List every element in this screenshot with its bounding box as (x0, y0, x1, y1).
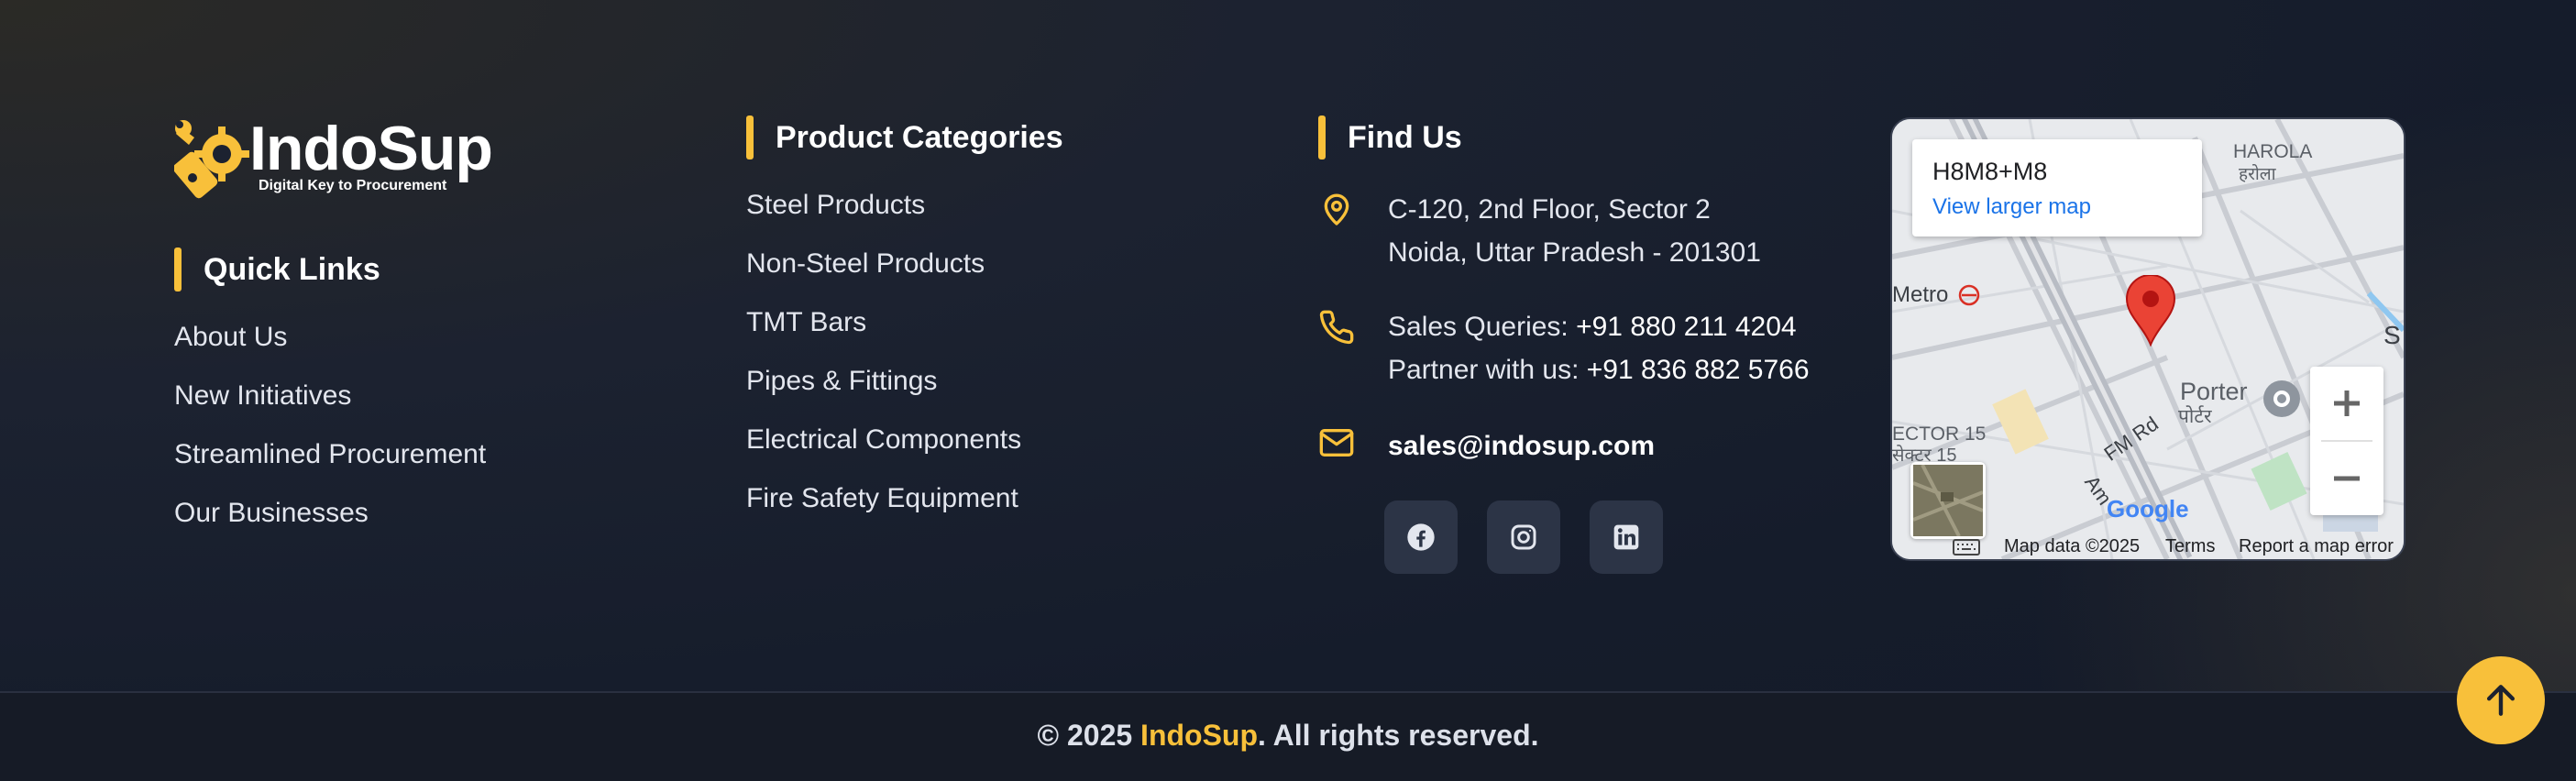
heading-accent-bar (1318, 116, 1326, 160)
google-logo: Google (2107, 495, 2189, 522)
product-categories-heading-text: Product Categories (776, 119, 1063, 155)
copyright-suffix: . All rights reserved. (1258, 719, 1539, 752)
keyboard-shortcuts-icon[interactable] (1953, 539, 1980, 556)
quick-link-our-businesses[interactable]: Our Businesses (174, 498, 369, 529)
map-label-metro: Metro (1892, 282, 1949, 307)
partner-label: Partner with us: (1388, 355, 1587, 385)
satellite-thumbnail-icon (1912, 464, 1984, 537)
heading-accent-bar (174, 248, 182, 292)
linkedin-button[interactable] (1590, 500, 1663, 574)
map-terms-link[interactable]: Terms (2165, 536, 2215, 557)
map-zoom-controls (2310, 367, 2383, 515)
embedded-map[interactable]: HAROLA हरोला Metro Porter पोर्टर FM Rd E… (1890, 117, 2405, 561)
category-tmt-bars[interactable]: TMT Bars (746, 307, 866, 338)
plus-icon (2334, 390, 2360, 416)
map-label-s-edge: S (2383, 321, 2401, 349)
sales-phone-link[interactable]: +91 880 211 4204 (1576, 312, 1797, 342)
report-map-error-link[interactable]: Report a map error (2239, 536, 2394, 557)
logo-wordmark: IndoSup (249, 114, 493, 183)
quick-links-heading-text: Quick Links (204, 251, 380, 287)
map-plus-code: H8M8+M8 (1932, 158, 2048, 185)
facebook-icon (1407, 523, 1435, 551)
logo-tagline: Digital Key to Procurement (259, 178, 447, 193)
copyright-prefix: © 2025 (1037, 719, 1141, 752)
address-line-1: C-120, 2nd Floor, Sector 2 (1388, 194, 1711, 225)
quick-links-heading: Quick Links (174, 248, 380, 292)
location-marker-icon[interactable] (2125, 275, 2176, 346)
map-info-card: H8M8+M8 View larger map (1912, 139, 2202, 236)
scroll-to-top-button[interactable] (2457, 656, 2545, 744)
map-footer: Map data ©2025 Terms Report a map error (1892, 534, 2404, 559)
arrow-up-icon (2486, 685, 2515, 716)
linkedin-icon (1613, 524, 1639, 550)
copyright-brand: IndoSup (1140, 719, 1259, 752)
category-fire-safety-equipment[interactable]: Fire Safety Equipment (746, 483, 1018, 514)
minus-icon (2334, 476, 2360, 481)
map-label-porter-hindi: पोर्टर (2178, 406, 2212, 427)
email-row: sales@indosup.com (1318, 424, 1655, 468)
map-pin-icon (1324, 193, 1349, 226)
instagram-icon (1511, 524, 1536, 550)
phone-icon (1319, 310, 1354, 345)
satellite-layer-toggle[interactable] (1910, 462, 1986, 539)
category-steel-products[interactable]: Steel Products (746, 190, 925, 221)
email-link[interactable]: sales@indosup.com (1388, 431, 1655, 461)
sales-queries-label: Sales Queries: (1388, 312, 1577, 342)
category-pipes-fittings[interactable]: Pipes & Fittings (746, 366, 937, 397)
metro-station-icon (1958, 284, 1980, 306)
porter-place-icon[interactable] (2261, 378, 2303, 420)
map-label-harola: HAROLA (2233, 141, 2313, 162)
address-line-2: Noida, Uttar Pradesh - 201301 (1388, 237, 1761, 268)
zoom-out-button[interactable] (2310, 442, 2383, 515)
product-categories-heading: Product Categories (746, 116, 1063, 160)
heading-accent-bar (746, 116, 754, 160)
category-non-steel-products[interactable]: Non-Steel Products (746, 248, 985, 280)
zoom-in-button[interactable] (2310, 367, 2383, 440)
address-row: C-120, 2nd Floor, Sector 2 Noida, Uttar … (1318, 188, 1761, 274)
indosup-logo[interactable]: IndoSup Digital Key to Procurement (174, 114, 504, 205)
quick-link-streamlined-procurement[interactable]: Streamlined Procurement (174, 439, 486, 470)
view-larger-map-link[interactable]: View larger map (1932, 194, 2091, 220)
quick-link-about-us[interactable]: About Us (174, 322, 287, 353)
mail-icon (1319, 429, 1354, 456)
find-us-heading-text: Find Us (1348, 119, 1462, 155)
phone-row: Sales Queries: +91 880 211 4204 Partner … (1318, 305, 1810, 391)
map-label-harola-hindi: हरोला (2239, 165, 2276, 184)
copyright-text: © 2025 IndoSup. All rights reserved. (0, 719, 2576, 753)
instagram-button[interactable] (1487, 500, 1560, 574)
find-us-heading: Find Us (1318, 116, 1462, 160)
map-data-attribution: Map data ©2025 (2004, 535, 2141, 556)
partner-phone-link[interactable]: +91 836 882 5766 (1587, 355, 1810, 385)
facebook-button[interactable] (1384, 500, 1458, 574)
map-label-porter: Porter (2180, 378, 2248, 405)
wrench-gear-logo-icon (174, 120, 249, 199)
quick-link-new-initiatives[interactable]: New Initiatives (174, 380, 351, 412)
category-electrical-components[interactable]: Electrical Components (746, 424, 1021, 456)
